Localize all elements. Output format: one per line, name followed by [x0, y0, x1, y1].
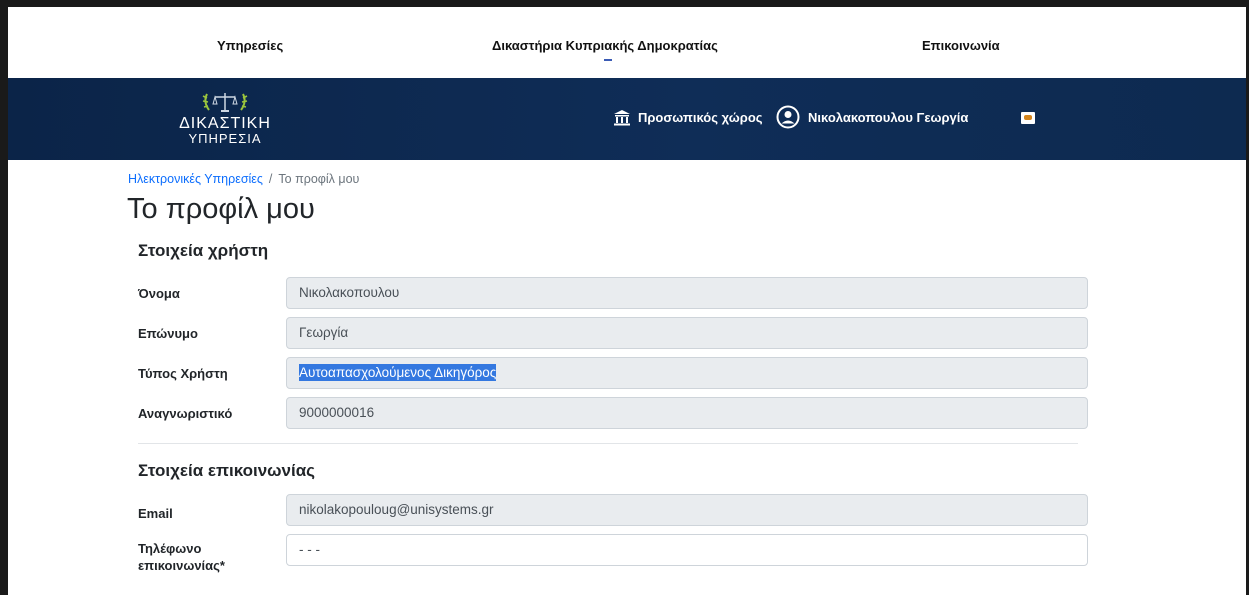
user-avatar-icon: [776, 105, 800, 129]
last-name-field[interactable]: Γεωργία: [286, 317, 1088, 349]
phone-label: Τηλέφωνο επικοινωνίας*: [138, 540, 225, 574]
personal-space-link[interactable]: Προσωπικός χώρος: [613, 109, 763, 126]
page-title: Το προφίλ μου: [127, 193, 315, 225]
nav-link-courts[interactable]: Δικαστήρια Κυπριακής Δημοκρατίας: [492, 38, 718, 53]
cyprus-flag-icon[interactable]: [1021, 112, 1035, 124]
nav-link-contact[interactable]: Επικοινωνία: [922, 38, 1000, 53]
nav-link-services[interactable]: Υπηρεσίες: [217, 38, 283, 53]
identifier-label: Αναγνωριστικό: [138, 406, 233, 421]
first-name-label: Όνομα: [138, 286, 180, 301]
phone-label-line2: επικοινωνίας*: [138, 558, 225, 573]
building-columns-icon: [614, 110, 630, 126]
first-name-field[interactable]: Νικολακοπουλου: [286, 277, 1088, 309]
selected-text: Αυτοαπασχολούμενος Δικηγόρος: [299, 364, 497, 381]
breadcrumb-separator: /: [268, 172, 273, 186]
section-divider: [138, 443, 1078, 444]
user-type-field[interactable]: Αυτοαπασχολούμενος Δικηγόρος: [286, 357, 1088, 389]
email-label: Email: [138, 506, 173, 521]
email-field[interactable]: nikolakopouloug@unisystems.gr: [286, 494, 1088, 526]
scales-of-justice-icon: [202, 93, 248, 112]
last-name-label: Επώνυμο: [138, 326, 198, 341]
breadcrumb-current: Το προφίλ μου: [278, 172, 360, 186]
identifier-field[interactable]: 9000000016: [286, 397, 1088, 429]
nav-hover-indicator: [604, 59, 612, 61]
top-navigation: Υπηρεσίες Δικαστήρια Κυπριακής Δημοκρατί…: [8, 7, 1246, 78]
phone-label-line1: Τηλέφωνο: [138, 541, 202, 556]
personal-space-label: Προσωπικός χώρος: [638, 110, 763, 125]
user-details-heading: Στοιχεία χρήστη: [138, 241, 269, 260]
breadcrumb: Ηλεκτρονικές Υπηρεσίες / Το προφίλ μου: [128, 172, 359, 186]
site-header: ΔΙΚΑΣΤΙΚΗ ΥΠΗΡΕΣΙΑ Προσωπικός χώρος Νικο…: [8, 78, 1246, 160]
window-frame-left: [0, 0, 8, 595]
judiciary-logo[interactable]: ΔΙΚΑΣΤΙΚΗ ΥΠΗΡΕΣΙΑ: [165, 90, 285, 150]
user-name: Νικολακοπουλου Γεωργία: [808, 109, 969, 125]
user-menu[interactable]: Νικολακοπουλου Γεωργία: [776, 105, 968, 129]
logo-text-line2: ΥΠΗΡΕΣΙΑ: [188, 131, 262, 146]
window-frame-top: [0, 0, 1249, 7]
logo-text-line1: ΔΙΚΑΣΤΙΚΗ: [179, 115, 271, 132]
user-type-label: Τύπος Χρήστη: [138, 366, 228, 381]
phone-input[interactable]: - - -: [286, 534, 1088, 566]
breadcrumb-link-e-services[interactable]: Ηλεκτρονικές Υπηρεσίες: [128, 172, 263, 186]
contact-details-heading: Στοιχεία επικοινωνίας: [138, 461, 315, 480]
